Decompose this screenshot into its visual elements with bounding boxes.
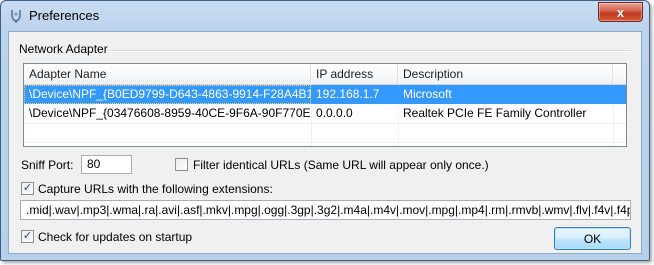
- sniff-port-label: Sniff Port:: [21, 158, 74, 172]
- checkmark-icon: ✓: [22, 182, 33, 194]
- ip-address-cell: 0.0.0.0: [316, 106, 353, 120]
- column-header-description[interactable]: Description: [398, 64, 613, 84]
- checkmark-icon: ✓: [22, 230, 33, 242]
- title-bar[interactable]: Preferences x: [1, 1, 649, 31]
- app-icon: [8, 8, 24, 24]
- adapter-list-header: Adapter Name IP address Description: [24, 64, 626, 85]
- filter-identical-label[interactable]: Filter identical URLs (Same URL will app…: [193, 158, 489, 172]
- table-row[interactable]: \Device\NPF_{B0ED9799-D643-4863-9914-F28…: [24, 85, 626, 104]
- column-header-adapter-name[interactable]: Adapter Name: [24, 64, 311, 84]
- group-divider: [107, 50, 631, 52]
- capture-urls-label[interactable]: Capture URLs with the following extensio…: [38, 182, 273, 196]
- extensions-input[interactable]: .mid|.wav|.mp3|.wma|.ra|.avi|.asf|.mkv|.…: [20, 200, 631, 220]
- network-adapter-group-label: Network Adapter: [19, 42, 112, 56]
- column-header-ip-address[interactable]: IP address: [311, 64, 398, 84]
- filter-identical-checkbox[interactable]: [175, 158, 188, 171]
- close-icon: x: [616, 4, 625, 20]
- dialog-body: Network Adapter Adapter Name IP address …: [8, 31, 642, 254]
- ok-button-label: OK: [583, 231, 602, 246]
- description-cell: Realtek PCIe FE Family Controller: [403, 106, 587, 120]
- grid-line: [24, 142, 626, 143]
- table-row[interactable]: \Device\NPF_{03476608-8959-40CE-9F6A-90F…: [24, 104, 626, 123]
- adapter-name-cell: \Device\NPF_{03476608-8959-40CE-9F6A-90F…: [29, 106, 311, 120]
- check-updates-label[interactable]: Check for updates on startup: [38, 230, 192, 244]
- adapter-name-cell: \Device\NPF_{B0ED9799-D643-4863-9914-F28…: [24, 85, 311, 104]
- window-title: Preferences: [29, 8, 100, 23]
- capture-urls-checkbox[interactable]: ✓: [21, 182, 34, 195]
- adapter-list[interactable]: Adapter Name IP address Description \Dev…: [23, 63, 627, 147]
- sniff-port-input[interactable]: 80: [81, 155, 132, 174]
- check-updates-checkbox[interactable]: ✓: [21, 230, 34, 243]
- ok-button[interactable]: OK: [554, 227, 631, 250]
- preferences-window: Preferences x Network Adapter Adapter Na…: [0, 0, 650, 261]
- ip-address-cell: 192.168.1.7: [316, 87, 380, 101]
- grid-line: [24, 123, 626, 124]
- description-cell: Microsoft: [403, 87, 452, 101]
- close-button[interactable]: x: [598, 2, 643, 22]
